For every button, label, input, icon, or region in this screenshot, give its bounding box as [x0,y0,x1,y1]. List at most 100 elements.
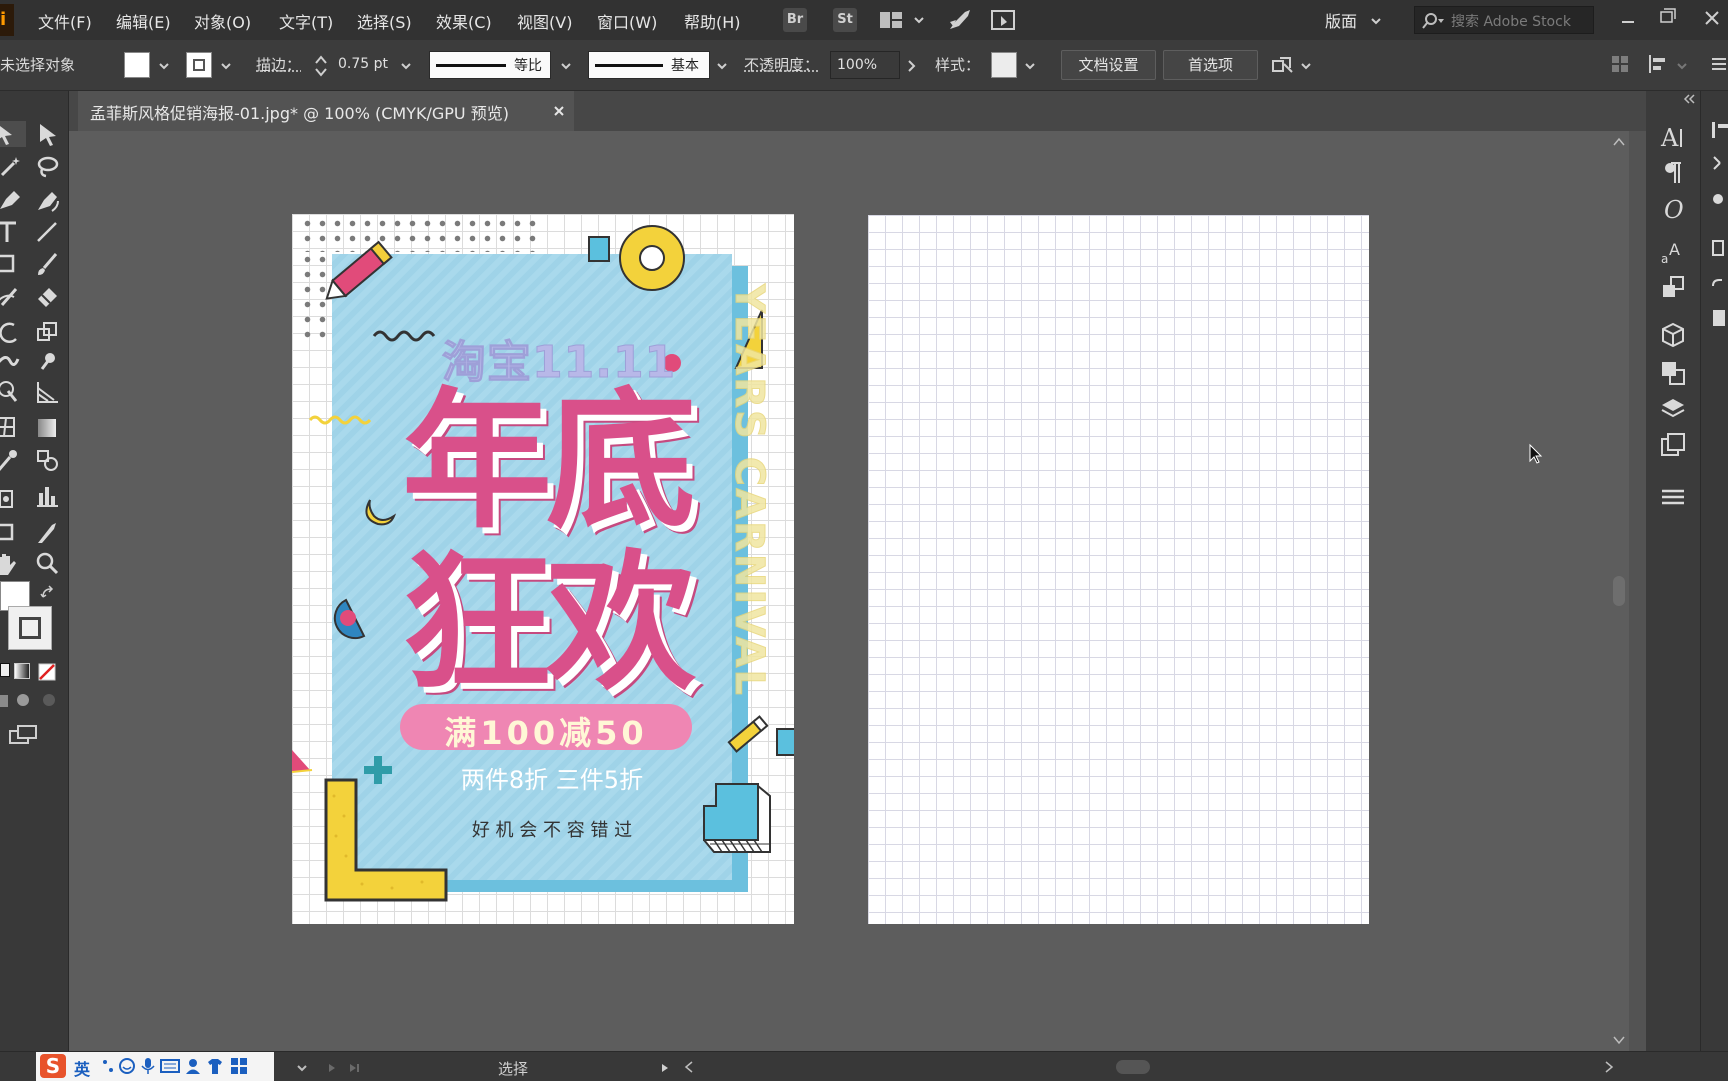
menu-file[interactable]: 文件(F) [38,9,92,33]
links-panel-icon[interactable] [1710,275,1728,297]
menu-window[interactable]: 窗口(W) [597,9,657,33]
curvature-tool-icon[interactable] [34,187,60,213]
chevron-down-icon[interactable] [220,60,232,72]
graphic-style-swatch[interactable] [991,52,1017,78]
collapse-panels-icon[interactable] [1682,93,1696,105]
gpu-rocket-icon[interactable] [947,8,973,32]
gradient-tool-icon[interactable] [34,415,60,441]
perspective-grid-tool-icon[interactable] [34,379,60,405]
3d-panel-icon[interactable] [1659,321,1687,349]
type-tool-icon[interactable] [0,219,26,245]
magic-wand-tool-icon[interactable] [0,153,26,179]
window-minimize-button[interactable] [1616,8,1640,32]
fill-swatch[interactable] [124,52,150,78]
column-graph-tool-icon[interactable] [34,483,60,509]
slice-tool-icon[interactable] [34,519,60,545]
document-tab[interactable]: 孟菲斯风格促销海报-01.jpg* @ 100% (CMYK/GPU 预览) [78,91,574,131]
brush-definition-dropdown[interactable]: 基本 [588,51,710,79]
brushes-panel-icon[interactable] [1710,187,1728,209]
vertical-scrollbar[interactable] [1609,131,1629,1051]
opentype-panel-icon[interactable]: O [1659,195,1687,223]
gradient-mode-button[interactable] [14,663,30,679]
line-segment-tool-icon[interactable] [34,219,60,245]
punctuation-icon[interactable] [100,1058,116,1076]
vertical-scroll-thumb[interactable] [1613,576,1625,606]
grid-arrange-icon[interactable] [1610,54,1630,74]
toolbox-icon[interactable] [230,1057,248,1075]
zoom-tool-icon[interactable] [34,551,60,577]
microphone-icon[interactable] [140,1057,156,1075]
scale-tool-icon[interactable] [34,319,60,345]
window-restore-button[interactable] [1656,4,1680,28]
stroke-swatch[interactable] [186,52,212,78]
puppet-warp-tool-icon[interactable] [34,349,60,375]
draw-normal-icon[interactable] [0,693,10,709]
stroke-label[interactable]: 描边： [256,54,301,75]
eraser-tool-icon[interactable] [34,283,60,309]
close-tab-icon[interactable] [552,104,566,118]
layers-panel-icon[interactable] [1659,395,1687,423]
swap-fill-stroke-icon[interactable] [40,585,56,601]
draw-inside-icon[interactable] [40,691,58,709]
artboard-empty[interactable] [868,215,1369,924]
ime-language-label[interactable]: 英 [74,1056,90,1080]
stroke-weight-field[interactable]: 0.75 pt [332,51,398,79]
opacity-label[interactable]: 不透明度： [744,54,819,75]
status-menu-icon[interactable] [660,1062,670,1074]
chevron-down-icon[interactable] [158,60,170,72]
document-setup-button[interactable]: 文档设置 [1061,50,1156,80]
artboard-tool-icon[interactable] [0,519,26,545]
menu-help[interactable]: 帮助(H) [684,9,741,33]
chevron-down-icon[interactable] [560,60,572,72]
touch-workspace-icon[interactable] [990,8,1016,32]
rotate-tool-icon[interactable] [0,319,26,345]
stock-button[interactable]: St [833,8,857,32]
user-icon[interactable] [184,1057,202,1075]
menu-edit[interactable]: 编辑(E) [116,9,171,33]
lasso-tool-icon[interactable] [34,153,60,179]
paragraph-panel-icon[interactable] [1659,159,1687,187]
canvas-area[interactable]: 淘宝11.11 YEARS CARNIVAL 年底 狂欢 满100减50 两件8… [69,131,1629,1051]
artboards-panel-icon[interactable] [1659,431,1687,459]
chevron-down-icon[interactable] [716,60,728,72]
blend-tool-icon[interactable] [34,447,60,473]
panel-menu-icon[interactable] [1708,54,1728,74]
ime-toolbar[interactable]: S 英 [36,1052,274,1081]
horizontal-scroll-thumb[interactable] [1116,1060,1150,1074]
chevron-down-icon[interactable] [1300,60,1312,72]
chevron-down-icon[interactable] [1676,60,1688,72]
menu-effect[interactable]: 效果(C) [436,9,492,33]
mesh-tool-icon[interactable] [0,415,26,441]
stroke-weight-stepper-icon[interactable] [314,54,328,78]
rectangle-tool-icon[interactable] [0,251,26,277]
skin-icon[interactable] [206,1057,224,1075]
chevron-down-icon[interactable] [1024,60,1036,72]
emoji-icon[interactable] [118,1057,136,1075]
menu-type[interactable]: 文字(T) [279,9,333,33]
chevron-right-icon[interactable] [906,59,918,73]
chevron-down-icon[interactable] [913,14,925,26]
color-mode-button[interactable] [0,663,10,677]
scroll-up-icon[interactable] [1613,137,1625,147]
preferences-button[interactable]: 首选项 [1163,50,1258,80]
align-icon[interactable] [1646,52,1670,76]
variable-width-profile-dropdown[interactable]: 等比 [429,51,551,79]
shape-builder-tool-icon[interactable] [0,379,26,405]
bridge-button[interactable]: Br [783,8,807,32]
keyboard-icon[interactable] [160,1058,180,1074]
workspace-switcher[interactable]: 版面 [1325,8,1357,32]
scroll-down-icon[interactable] [1613,1035,1625,1045]
menu-view[interactable]: 视图(V) [517,9,572,33]
stroke-color-box[interactable] [8,606,52,650]
symbols-panel-icon[interactable] [1659,273,1687,301]
direct-selection-tool-icon[interactable] [34,121,60,147]
paintbrush-tool-icon[interactable] [34,251,60,277]
next-artboard-icon[interactable] [326,1062,338,1074]
hand-tool-icon[interactable] [0,551,26,577]
last-artboard-icon[interactable] [348,1062,362,1074]
swatches-panel-icon[interactable] [1710,237,1728,259]
glyphs-panel-icon[interactable]: Aa [1659,237,1687,265]
chevron-down-icon[interactable] [296,1062,308,1074]
screen-mode-icon[interactable] [8,723,38,747]
search-stock-field[interactable]: 搜索 Adobe Stock [1414,6,1594,34]
